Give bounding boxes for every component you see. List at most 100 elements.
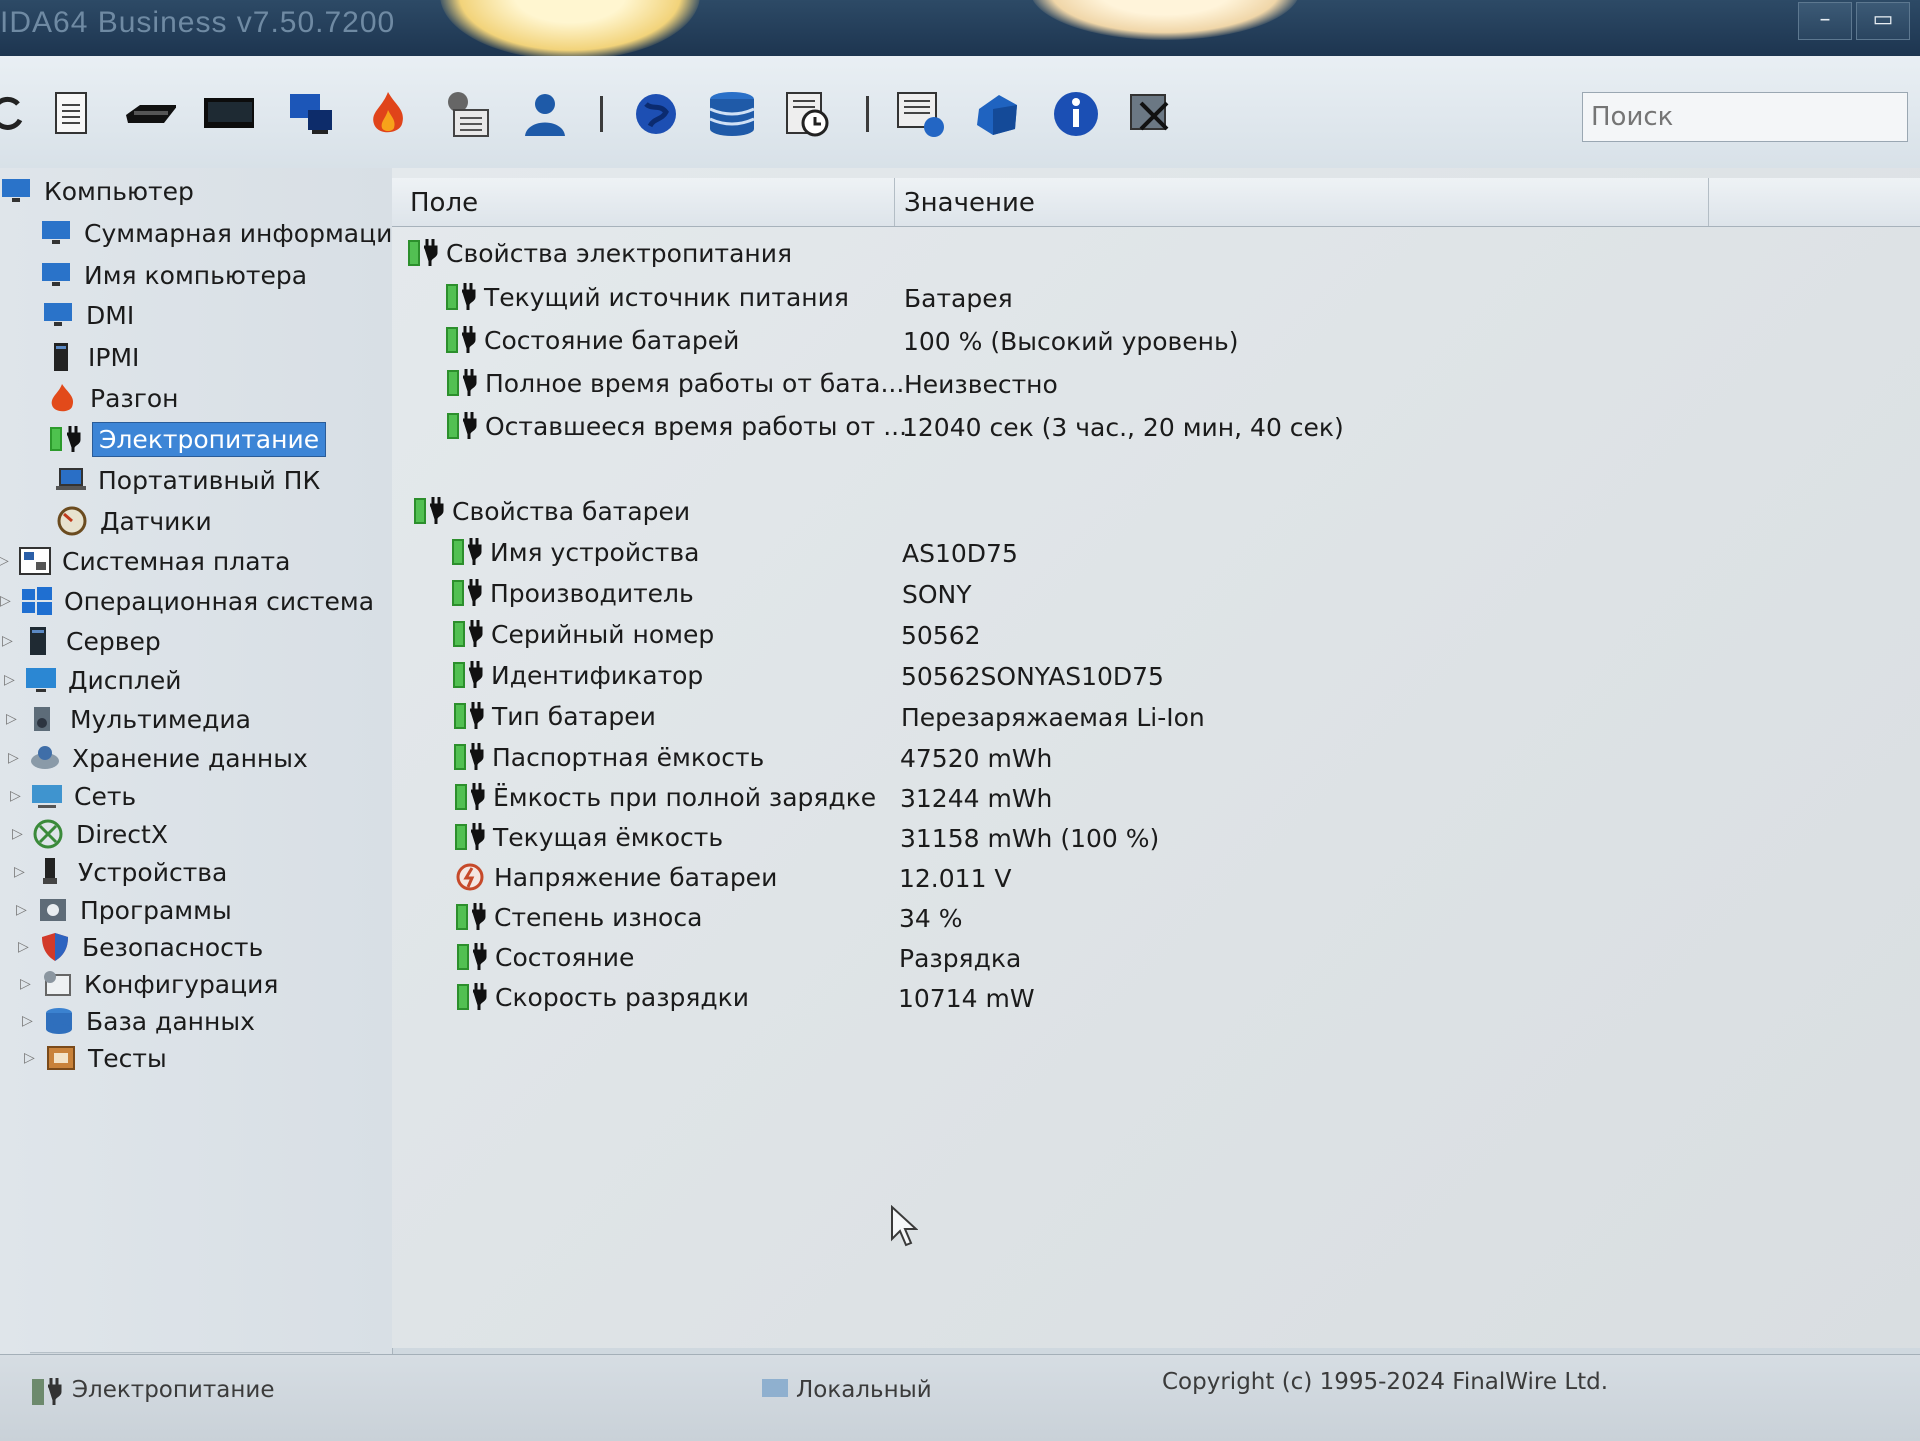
battery-icon: [454, 702, 484, 729]
database-icon[interactable]: [706, 88, 758, 140]
config-icon: [44, 971, 71, 996]
search-input[interactable]: [1582, 92, 1908, 142]
expand-arrow-icon[interactable]: ▷: [12, 826, 23, 842]
battery-icon: [408, 239, 438, 266]
field-label: Текущий источник питания: [484, 282, 849, 312]
column-header-field[interactable]: Поле: [410, 188, 478, 218]
table-row[interactable]: Ёмкость при полной зарядке: [453, 778, 876, 816]
table-row[interactable]: Напряжение батареи: [454, 858, 777, 896]
expand-arrow-icon[interactable]: ▷: [18, 939, 29, 955]
battery-icon: [446, 326, 476, 353]
tree-label: Тесты: [88, 1043, 167, 1073]
field-label: Тип батареи: [492, 701, 656, 731]
expand-arrow-icon[interactable]: ▷: [4, 672, 15, 688]
field-value: 12.011 V: [899, 864, 1012, 893]
tree-item-server[interactable]: ▷ Сервер: [2, 622, 161, 660]
column-divider[interactable]: [894, 178, 895, 226]
expand-arrow-icon[interactable]: ▷: [0, 593, 11, 609]
tree-item-sensors[interactable]: Датчики: [56, 502, 212, 540]
expand-arrow-icon[interactable]: ▷: [6, 711, 17, 727]
tree-item-overclock[interactable]: Разгон: [46, 379, 178, 417]
toolbar: [0, 56, 1920, 169]
tree-item-storage[interactable]: ▷ Хранение данных: [8, 739, 308, 777]
tree-item-display[interactable]: ▷ Дисплей: [4, 661, 181, 699]
expand-arrow-icon[interactable]: ▷: [0, 553, 9, 569]
settings-icon[interactable]: [440, 88, 492, 140]
network-report-icon[interactable]: [896, 88, 948, 140]
tree-item-tests[interactable]: ▷ Тесты: [24, 1039, 167, 1077]
expand-arrow-icon[interactable]: ▷: [22, 1013, 33, 1029]
expand-arrow-icon[interactable]: ▷: [24, 1050, 35, 1066]
table-row[interactable]: Текущий источник питания: [444, 278, 849, 316]
tree-item-power[interactable]: Электропитание: [48, 420, 327, 458]
tree-item-dmi[interactable]: DMI: [42, 296, 134, 334]
tree-item-directx[interactable]: ▷ DirectX: [12, 815, 168, 853]
tree-item-portable-pc[interactable]: Портативный ПК: [54, 461, 320, 499]
schedule-icon[interactable]: [782, 88, 834, 140]
server-icon: [54, 343, 68, 371]
expand-arrow-icon[interactable]: ▷: [14, 864, 25, 880]
table-row[interactable]: Скорость разрядки: [455, 978, 749, 1016]
motherboard-icon[interactable]: [202, 88, 254, 140]
group-header-battery-properties[interactable]: Свойства батареи: [412, 492, 690, 530]
field-label: Паспортная ёмкость: [492, 742, 765, 772]
table-row[interactable]: Идентификатор: [451, 656, 703, 694]
globe-icon[interactable]: [630, 88, 682, 140]
windows-icon: [22, 587, 52, 615]
memory-icon[interactable]: [124, 88, 176, 140]
expand-arrow-icon[interactable]: ▷: [16, 902, 27, 918]
tree-item-multimedia[interactable]: ▷ Мультимедиа: [6, 700, 251, 738]
table-row[interactable]: Степень износа: [454, 898, 702, 936]
tree-label: Системная плата: [62, 546, 291, 576]
server-icon: [30, 627, 46, 655]
tree-item-security[interactable]: ▷ Безопасность: [18, 928, 263, 966]
computer-icon[interactable]: [286, 88, 338, 140]
table-row[interactable]: Оставшееся время работы от ...: [445, 407, 907, 445]
tree-item-os[interactable]: ▷ Операционная система: [0, 582, 374, 620]
expand-arrow-icon[interactable]: ▷: [20, 976, 31, 992]
expand-arrow-icon[interactable]: ▷: [8, 750, 19, 766]
tree-item-programs[interactable]: ▷ Программы: [16, 891, 232, 929]
maximize-button[interactable]: ▭: [1856, 2, 1910, 40]
tree-item-database[interactable]: ▷ База данных: [22, 1002, 255, 1040]
table-row[interactable]: Серийный номер: [451, 615, 714, 653]
table-row[interactable]: Состояние батарей: [444, 321, 739, 359]
flame-icon[interactable]: [362, 88, 414, 140]
tree-item-configuration[interactable]: ▷ Конфигурация: [20, 965, 278, 1003]
expand-arrow-icon[interactable]: ▷: [10, 788, 21, 804]
table-row[interactable]: Тип батареи: [452, 697, 656, 735]
network-icon[interactable]: [972, 88, 1024, 140]
table-row[interactable]: Состояние: [455, 938, 634, 976]
column-header-value[interactable]: Значение: [904, 188, 1035, 218]
tree-item-motherboard[interactable]: ▷ Системная плата: [0, 542, 291, 580]
user-icon[interactable]: [518, 88, 570, 140]
table-row[interactable]: Имя устройства: [450, 533, 699, 571]
table-row[interactable]: Производитель: [450, 574, 694, 612]
tree-label: DMI: [86, 300, 135, 330]
table-row[interactable]: Полное время работы от бата...: [445, 364, 904, 402]
tree-item-devices[interactable]: ▷ Устройства: [14, 853, 227, 891]
column-divider[interactable]: [1708, 178, 1709, 226]
group-header-power-properties[interactable]: Свойства электропитания: [406, 234, 792, 272]
tree-item-summary[interactable]: Суммарная информаци: [40, 214, 392, 252]
table-row[interactable]: Паспортная ёмкость: [452, 738, 764, 776]
info-icon[interactable]: [1050, 88, 1102, 140]
refresh-icon[interactable]: [0, 88, 34, 140]
title-bar: IDA64 Business v7.50.7200 – ▭: [0, 0, 1920, 60]
field-label: Ёмкость при полной зарядке: [493, 782, 877, 812]
field-value: 31244 mWh: [900, 784, 1053, 813]
field-label: Полное время работы от бата...: [485, 368, 905, 398]
toolbar-separator: [600, 96, 603, 132]
minimize-button[interactable]: –: [1798, 2, 1852, 40]
status-location: Локальный: [796, 1377, 932, 1403]
report-icon[interactable]: [46, 88, 98, 140]
tree-label: Портативный ПК: [98, 465, 321, 495]
battery-icon: [453, 661, 483, 688]
tree-item-computer[interactable]: Компьютер: [0, 172, 194, 210]
expand-arrow-icon[interactable]: ▷: [2, 633, 13, 649]
table-row[interactable]: Текущая ёмкость: [453, 818, 723, 856]
tools-icon[interactable]: [1126, 88, 1178, 140]
tree-item-computer-name[interactable]: Имя компьютера: [40, 256, 307, 294]
tree-item-network[interactable]: ▷ Сеть: [10, 777, 136, 815]
tree-item-ipmi[interactable]: IPMI: [44, 338, 139, 376]
